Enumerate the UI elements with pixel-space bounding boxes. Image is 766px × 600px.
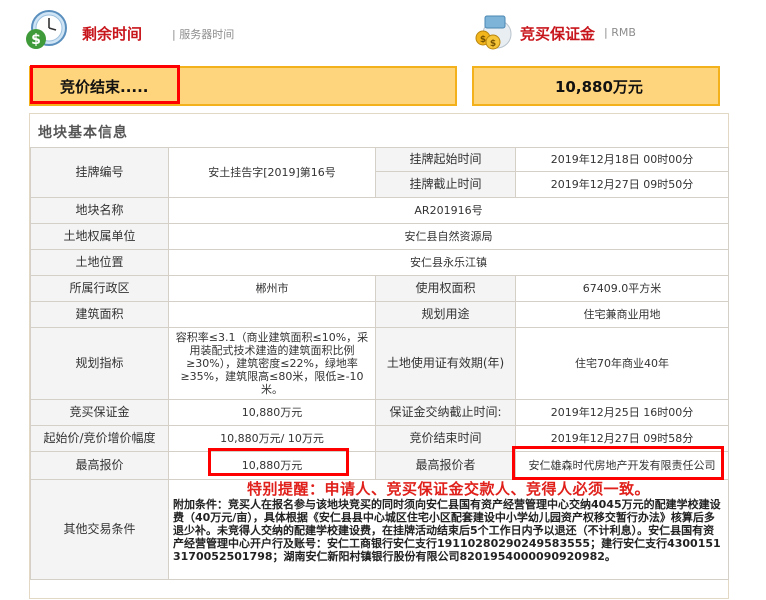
remaining-time-label: 剩余时间 (82, 25, 143, 43)
land-owner-value: 安仁县自然资源局 (168, 223, 729, 250)
land-term-value: 住宅70年商业40年 (515, 327, 729, 400)
deposit-value: 10,880万元 (168, 399, 376, 426)
top-bidder-key: 最高报价者 (375, 451, 516, 480)
parcel-name-key: 地块名称 (30, 197, 169, 224)
start-price-key: 起始价/竞价增价幅度 (30, 425, 169, 452)
other-conditions-key: 其他交易条件 (30, 479, 169, 580)
top-bid-highlight (208, 448, 349, 476)
parcel-info-panel: 地块基本信息 挂牌编号 安土挂告字[2019]第16号 挂牌起始时间 2019年… (29, 113, 729, 599)
listing-end-key: 挂牌截止时间 (375, 171, 516, 198)
planned-use-key: 规划用途 (375, 301, 516, 328)
district-key: 所属行政区 (30, 275, 169, 302)
top-bidder-highlight (512, 446, 724, 480)
special-notice: 特别提醒：申请人、竞买保证金交款人、竞得人必须一致。 (246, 480, 650, 498)
use-area-value: 67409.0平方米 (515, 275, 729, 302)
deposit-unit-label: | RMB (604, 26, 636, 39)
build-area-value (168, 301, 376, 328)
land-location-value: 安仁县永乐江镇 (168, 249, 729, 276)
svg-text:$: $ (31, 32, 41, 48)
bid-end-key: 竞价结束时间 (375, 425, 516, 452)
section-title: 地块基本信息 (38, 125, 128, 141)
top-bid-key: 最高报价 (30, 451, 169, 480)
planned-use-value: 住宅兼商业用地 (515, 301, 729, 328)
parcel-info-table: 挂牌编号 安土挂告字[2019]第16号 挂牌起始时间 2019年12月18日 … (30, 147, 729, 580)
svg-text:$: $ (490, 39, 496, 49)
listing-no-value: 安土挂告字[2019]第16号 (168, 147, 376, 198)
use-area-key: 使用权面积 (375, 275, 516, 302)
plan-index-key: 规划指标 (30, 327, 169, 400)
money-bags-icon: $ $ (475, 15, 512, 50)
listing-end-value: 2019年12月27日 09时50分 (515, 171, 729, 198)
auction-status-text: 竞价结束..... (60, 78, 149, 96)
deposit-deadline-value: 2019年12月25日 16时00分 (515, 399, 729, 426)
other-conditions-cell: 特别提醒：申请人、竞买保证金交款人、竞得人必须一致。 附加条件：竞买人在报名参与… (168, 479, 729, 580)
listing-start-value: 2019年12月18日 00时00分 (515, 147, 729, 172)
clock-money-icon: $ (26, 10, 67, 49)
deposit-deadline-key: 保证金交纳截止时间: (375, 399, 516, 426)
deposit-amount-text: 10,880万元 (555, 78, 643, 96)
top-bar: $ 剩余时间 | 服务器时间 $ $ 竞买保证金 | RMB (0, 0, 766, 62)
parcel-name-value: AR201916号 (168, 197, 729, 224)
build-area-key: 建筑面积 (30, 301, 169, 328)
svg-text:$: $ (480, 35, 486, 45)
server-time-label: | 服务器时间 (172, 28, 235, 41)
deposit-label: 竞买保证金 (520, 25, 596, 43)
listing-start-key: 挂牌起始时间 (375, 147, 516, 172)
land-owner-key: 土地权属单位 (30, 223, 169, 250)
land-location-key: 土地位置 (30, 249, 169, 276)
deposit-key: 竞买保证金 (30, 399, 169, 426)
plan-index-value: 容积率≤3.1（商业建筑面积≤10%，采用装配式技术建造的建筑面积比例≥30%）… (168, 327, 376, 400)
district-value: 郴州市 (168, 275, 376, 302)
additional-conditions: 附加条件：竞买人在报名参与该地块竞买的同时须向安仁县国有资产经营管理中心交纳40… (173, 498, 721, 563)
land-term-key: 土地使用证有效期(年) (375, 327, 516, 400)
listing-no-key: 挂牌编号 (30, 147, 169, 198)
